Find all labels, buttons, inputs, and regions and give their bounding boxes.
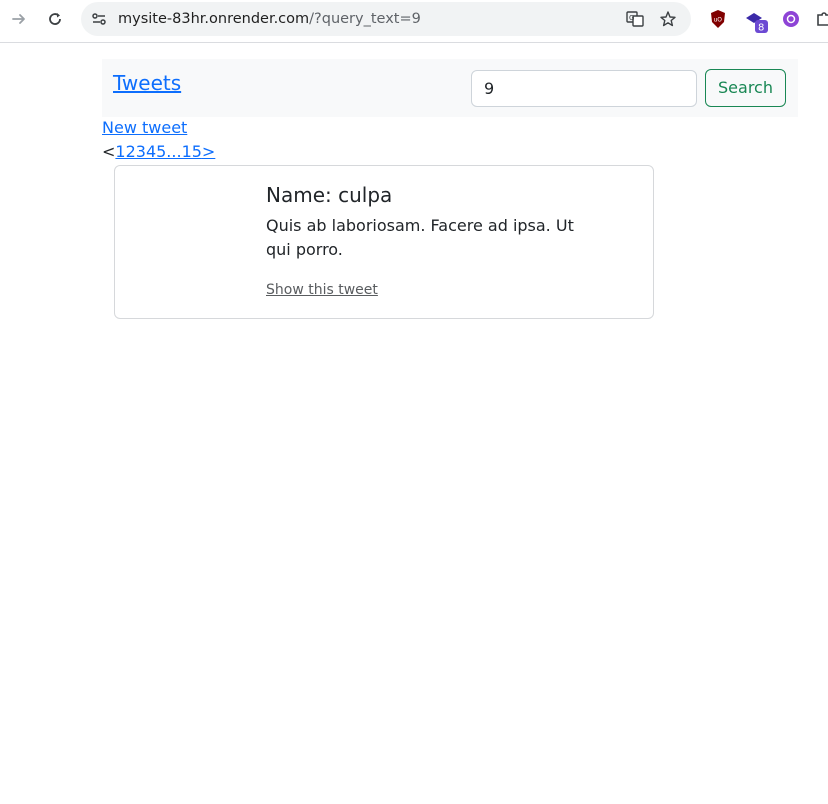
address-bar[interactable]: mysite-83hr.onrender.com/?query_text=9 G — [81, 2, 691, 36]
url-text[interactable]: mysite-83hr.onrender.com/?query_text=9 — [118, 10, 421, 28]
brand-link[interactable]: Tweets — [113, 71, 181, 95]
forward-icon[interactable] — [9, 9, 29, 29]
extensions-puzzle-icon[interactable] — [815, 9, 828, 29]
extension-circle-icon[interactable] — [781, 9, 801, 29]
pagination: <12345...15> — [102, 143, 215, 161]
reload-icon[interactable] — [45, 9, 65, 29]
browser-toolbar: mysite-83hr.onrender.com/?query_text=9 G… — [0, 0, 828, 43]
tweet-card: Name: culpa Quis ab laboriosam. Facere a… — [114, 165, 654, 319]
pagination-prev: < — [102, 142, 116, 161]
show-tweet-link[interactable]: Show this tweet — [266, 282, 378, 298]
site-settings-icon[interactable] — [90, 10, 108, 28]
new-tweet-link[interactable]: New tweet — [102, 119, 187, 137]
extension-puzzle-badge-icon[interactable]: 8 — [744, 9, 768, 34]
tweet-name: Name: culpa — [266, 183, 393, 207]
url-path: /?query_text=9 — [309, 11, 421, 27]
pagination-next[interactable]: > — [202, 142, 215, 161]
svg-text:uO: uO — [714, 17, 723, 24]
search-input[interactable]: 9 — [471, 70, 697, 107]
translate-icon[interactable]: G — [626, 10, 644, 28]
bookmark-star-icon[interactable] — [659, 10, 677, 28]
tweet-body: Quis ab laboriosam. Facere ad ipsa. Ut q… — [266, 216, 574, 259]
search-button[interactable]: Search — [705, 69, 786, 107]
ublock-origin-icon[interactable]: uO — [708, 9, 728, 29]
navbar: Tweets 9 Search — [102, 59, 798, 117]
extension-badge-count: 8 — [758, 23, 764, 34]
svg-text:G: G — [629, 14, 634, 22]
pagination-pages[interactable]: 12345...15 — [115, 142, 202, 161]
url-host: mysite-83hr.onrender.com — [118, 11, 310, 27]
